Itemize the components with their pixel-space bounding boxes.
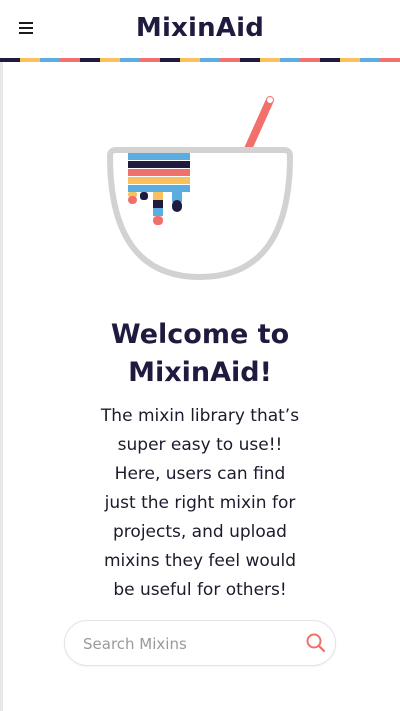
welcome-title: Welcome to MixinAid! — [40, 316, 360, 392]
desc-line: projects, and upload — [113, 522, 287, 542]
app-title: MixinAid — [135, 13, 265, 43]
welcome-title-line-1: Welcome to — [110, 319, 290, 350]
desc-line: The mixin library that’s — [100, 406, 300, 426]
header-stripe — [0, 58, 400, 62]
desc-line: be useful for others! — [113, 580, 287, 600]
search-input[interactable] — [81, 632, 295, 656]
welcome-title-line-2: MixinAid! — [128, 357, 272, 388]
desc-line: mixins they feel would — [103, 551, 297, 571]
app-header: MixinAid — [0, 0, 400, 58]
search-icon[interactable] — [305, 632, 327, 654]
page-left-border — [0, 62, 3, 711]
desc-line: super easy to use!! — [117, 435, 283, 455]
desc-line: Here, users can find — [114, 464, 286, 484]
desc-line: just the right mixin for — [104, 493, 296, 513]
search-bar — [64, 620, 336, 666]
mixing-bowl-icon — [107, 96, 293, 280]
welcome-description: The mixin library that’s super easy to u… — [85, 402, 315, 605]
